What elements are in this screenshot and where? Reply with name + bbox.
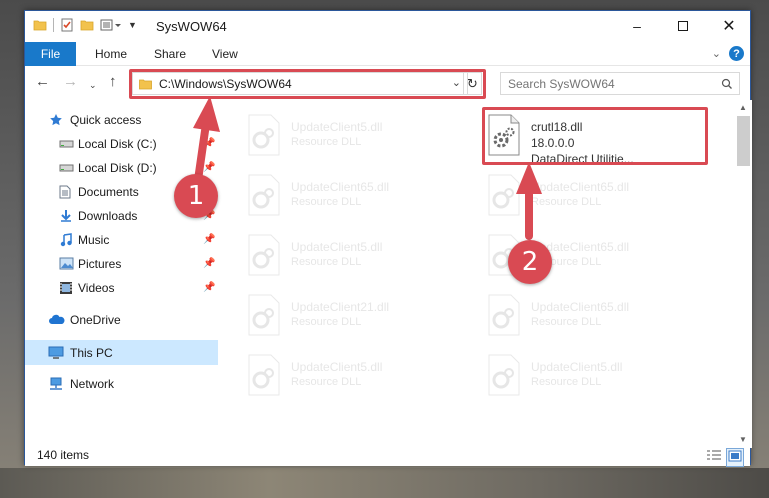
step-1-badge: 1 — [174, 174, 218, 218]
annotation-arrows — [193, 96, 542, 240]
arrow-to-address-bar — [193, 96, 220, 184]
arrow-to-file — [516, 162, 542, 240]
step-2-badge: 2 — [508, 240, 552, 284]
